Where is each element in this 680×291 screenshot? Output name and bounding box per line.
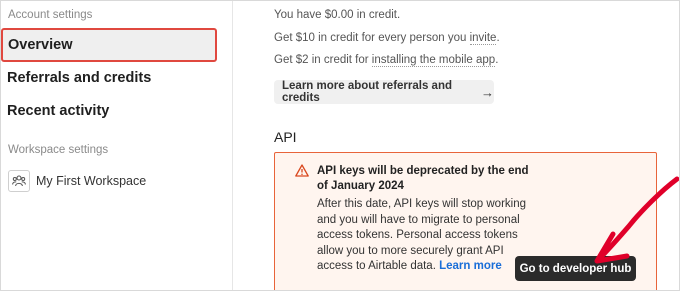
go-to-developer-hub-button[interactable]: Go to developer hub xyxy=(515,256,636,281)
learn-more-referrals-label: Learn more about referrals and credits xyxy=(282,80,452,104)
sidebar-item-referrals-and-credits[interactable]: Referrals and credits xyxy=(1,61,217,95)
alert-body: After this date, API keys will stop work… xyxy=(317,197,537,275)
account-settings-label: Account settings xyxy=(8,9,93,21)
sidebar: Account settings Overview Referrals and … xyxy=(1,1,233,290)
install-mobile-app-link[interactable]: installing the mobile app xyxy=(371,54,496,67)
mobile-credit-prefix: Get $2 in credit for xyxy=(274,54,372,66)
sidebar-item-label: Overview xyxy=(8,37,73,53)
mobile-credit-suffix: . xyxy=(495,54,499,66)
invite-credit-text: Get $10 in credit for every person you i… xyxy=(274,32,500,45)
learn-more-referrals-button[interactable]: Learn more about referrals and credits → xyxy=(274,80,494,104)
invite-credit-suffix: . xyxy=(496,32,500,44)
arrow-right-icon: → xyxy=(481,84,494,100)
people-group-icon xyxy=(8,170,30,192)
sidebar-item-label: Recent activity xyxy=(7,103,110,119)
sidebar-item-recent-activity[interactable]: Recent activity xyxy=(1,94,217,128)
sidebar-item-overview[interactable]: Overview xyxy=(1,28,217,62)
invite-link[interactable]: invite xyxy=(469,32,497,45)
warning-triangle-icon xyxy=(295,164,309,177)
mobile-credit-text: Get $2 in credit for installing the mobi… xyxy=(274,54,499,67)
sidebar-item-workspace[interactable]: My First Workspace xyxy=(8,170,218,192)
alert-title: API keys will be deprecated by the end o… xyxy=(317,165,529,192)
workspace-settings-label: Workspace settings xyxy=(8,144,109,156)
workspace-name: My First Workspace xyxy=(36,174,147,188)
main-content: You have $0.00 in credit. Get $10 in cre… xyxy=(234,1,679,290)
settings-window: Account settings Overview Referrals and … xyxy=(0,0,680,291)
credit-balance-text: You have $0.00 in credit. xyxy=(274,9,401,21)
invite-credit-prefix: Get $10 in credit for every person you xyxy=(274,32,470,44)
sidebar-item-label: Referrals and credits xyxy=(7,70,152,86)
api-heading: API xyxy=(274,129,297,145)
learn-more-link[interactable]: Learn more xyxy=(439,260,502,272)
